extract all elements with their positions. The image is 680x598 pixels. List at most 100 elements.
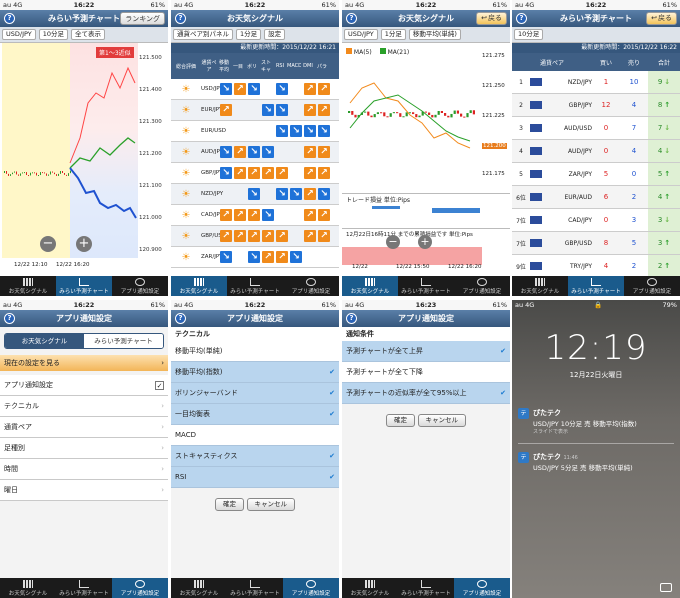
help-icon[interactable]: ? [346,313,357,324]
grid-icon [535,277,545,286]
signal-row[interactable]: ☀ NZD/JPY ↘ ↘ ↘ ↗ ↘ [171,184,339,205]
tab-forecast-chart[interactable]: みらい予測チャート [398,276,454,296]
ranking-row[interactable]: 7位 GBP/USD 8 5 3 ↑ [512,232,680,255]
segment-weather[interactable]: お天気シグナル [5,334,84,348]
tab-forecast-chart[interactable]: みらい予測チャート [398,578,454,598]
tab-notification-settings[interactable]: アプリ通知設定 [454,578,510,598]
tab-forecast-chart[interactable]: みらい予測チャート [568,276,624,296]
option-row[interactable]: 予測チャートが全て下降 [342,362,510,383]
ranking-row[interactable]: 1 NZD/JPY 1 10 9 ↓ [512,71,680,94]
signal-row[interactable]: ☀ EUR/USD ↘ ↘ ↘ ↘ [171,121,339,142]
camera-icon[interactable] [660,583,672,592]
option-row[interactable]: ボリンジャーバンド ✔ [171,383,339,404]
option-row[interactable]: ストキャスティクス ✔ [171,446,339,467]
menu-item-app-notification[interactable]: アプリ通知設定 ✓ [0,375,168,396]
tab-notification-settings[interactable]: アプリ通知設定 [112,578,168,598]
signal-row[interactable]: ☀ USD/JPY ↘ ↗ ↘ ↘ ↗ ↗ [171,79,339,100]
signal-row[interactable]: ☀ AUD/JPY ↘ ↗ ↘ ↘ ↗ ↗ [171,142,339,163]
help-icon[interactable]: ? [4,13,15,24]
tab-notification-settings[interactable]: アプリ通知設定 [112,276,168,296]
ranking-row[interactable]: 9位 TRY/JPY 4 2 2 ↑ [512,255,680,278]
option-row[interactable]: 予測チャートが全て上昇 ✔ [342,341,510,362]
tab-notification-settings[interactable]: アプリ通知設定 [454,276,510,296]
notification-item[interactable]: テ ぴたテク USD/JPY 10分足 売 移動平均(指数) スライドで表示 [518,408,674,435]
help-icon[interactable]: ? [175,313,186,324]
zoom-out-icon[interactable]: − [40,236,56,252]
signal-row[interactable]: ☀ CAD/JPY ↗ ↗ ↗ ↘ ↗ ↗ [171,205,339,226]
tab-weather-signal[interactable]: お天気シグナル [342,578,398,598]
tab-weather-signal[interactable]: お天気シグナル [0,578,56,598]
tab-forecast-chart[interactable]: みらい予測チャート [227,276,283,296]
chart-icon [79,277,89,286]
period-select[interactable]: 10分足 [38,29,69,40]
segment-forecast[interactable]: みらい予測チャート [84,334,163,348]
option-row[interactable]: 移動平均(指数) ✔ [171,362,339,383]
view-current-settings[interactable]: 現在の設定を見る › [0,355,168,371]
menu-item-weekday[interactable]: 曜日 › [0,480,168,501]
candle [52,171,53,173]
view-select[interactable]: 全て表示 [71,29,106,40]
view-select[interactable]: 通貨ペア別パネル [173,29,233,40]
ranking-row[interactable]: 4 AUD/JPY 0 4 4 ↓ [512,140,680,163]
pair-select[interactable]: USD/JPY [344,29,378,40]
ranking-row[interactable]: 2 GBP/JPY 12 4 8 ↑ [512,94,680,117]
signal-row[interactable]: ☀ EUR/JPY ↗ ↘ ↘ ↗ ↗ [171,100,339,121]
help-icon[interactable]: ? [346,13,357,24]
tab-weather-signal[interactable]: お天気シグナル [342,276,398,296]
checkbox-icon[interactable]: ✓ [155,381,164,390]
menu-item-technical[interactable]: テクニカル › [0,396,168,417]
indicator-select[interactable]: 移動平均(単純) [408,29,461,40]
period-select[interactable]: 1分足 [236,29,262,40]
sell-count: 2 [631,262,637,270]
menu-item-time[interactable]: 時間 › [0,459,168,480]
option-row[interactable]: 予測チャートの近似率が全て95%以上 ✔ [342,383,510,404]
back-button[interactable]: ↩ 戻る [646,12,677,25]
zoom-in-icon[interactable]: + [76,236,92,252]
signal-row[interactable]: ☀ ZAR/JPY ↘ ↘ ↗ ↗ ↘ [171,247,339,268]
button-row: 確定 キャンセル [171,498,339,511]
setting-button[interactable]: 設定 [264,29,286,40]
zoom-in-icon[interactable]: + [418,235,432,249]
back-button[interactable]: ↩ 戻る [476,12,507,25]
tab-forecast-chart[interactable]: みらい予測チャート [56,276,112,296]
tab-forecast-chart[interactable]: みらい予測チャート [227,578,283,598]
ranking-row[interactable]: 3 AUD/USD 0 7 7 ↓ [512,117,680,140]
ranking-row[interactable]: 5 ZAR/JPY 5 0 5 ↑ [512,163,680,186]
tab-notification-settings[interactable]: アプリ通知設定 [283,578,339,598]
signal-row[interactable]: ☀ GBP/USD ↗ ↗ ↗ ↗ ↗ ↗ ↗ [171,226,339,247]
menu-item-pair[interactable]: 通貨ペア › [0,417,168,438]
pair-select[interactable]: USD/JPY [2,29,36,40]
period-select[interactable]: 10分足 [514,29,544,40]
option-row[interactable]: 一目均衡表 ✔ [171,404,339,425]
cancel-button[interactable]: キャンセル [246,498,296,511]
candle [367,111,370,116]
tab-notification-settings[interactable]: アプリ通知設定 [283,276,339,296]
notification-item[interactable]: テ ぴたテク 11:46 USD/JPY 5分足 売 移動平均(単純) [518,452,674,472]
confirm-button[interactable]: 確定 [214,498,244,511]
cancel-button[interactable]: キャンセル [417,414,467,427]
pair-label: AUD/JPY [567,147,592,155]
ranking-button[interactable]: ランキング [120,12,165,25]
ranking-row[interactable]: 7位 CAD/JPY 0 3 3 ↓ [512,209,680,232]
option-row[interactable]: MACD [171,425,339,446]
help-icon[interactable]: ? [175,13,186,24]
tab-forecast-chart[interactable]: みらい予測チャート [56,578,112,598]
tab-notification-settings[interactable]: アプリ通知設定 [624,276,680,296]
period-select[interactable]: 1分足 [380,29,406,40]
confirm-button[interactable]: 確定 [385,414,415,427]
tab-weather-signal[interactable]: お天気シグナル [171,578,227,598]
candle [389,113,392,117]
grid-icon [23,277,33,286]
option-row[interactable]: 移動平均(単純) [171,341,339,362]
ranking-row[interactable]: 6位 EUR/AUD 6 2 4 ↑ [512,186,680,209]
zoom-out-icon[interactable]: − [386,235,400,249]
option-row[interactable]: RSI ✔ [171,467,339,488]
help-icon[interactable]: ? [516,13,527,24]
signal-row[interactable]: ☀ GBP/JPY ↘ ↗ ↗ ↗ ↗ ↗ ↗ [171,163,339,184]
menu-item-period[interactable]: 足種別 › [0,438,168,459]
tab-weather-signal[interactable]: お天気シグナル [171,276,227,296]
tab-weather-signal[interactable]: お天気シグナル [512,276,568,296]
help-icon[interactable]: ? [4,313,15,324]
header-cell: 通貨ペア [201,60,217,73]
tab-weather-signal[interactable]: お天気シグナル [0,276,56,296]
